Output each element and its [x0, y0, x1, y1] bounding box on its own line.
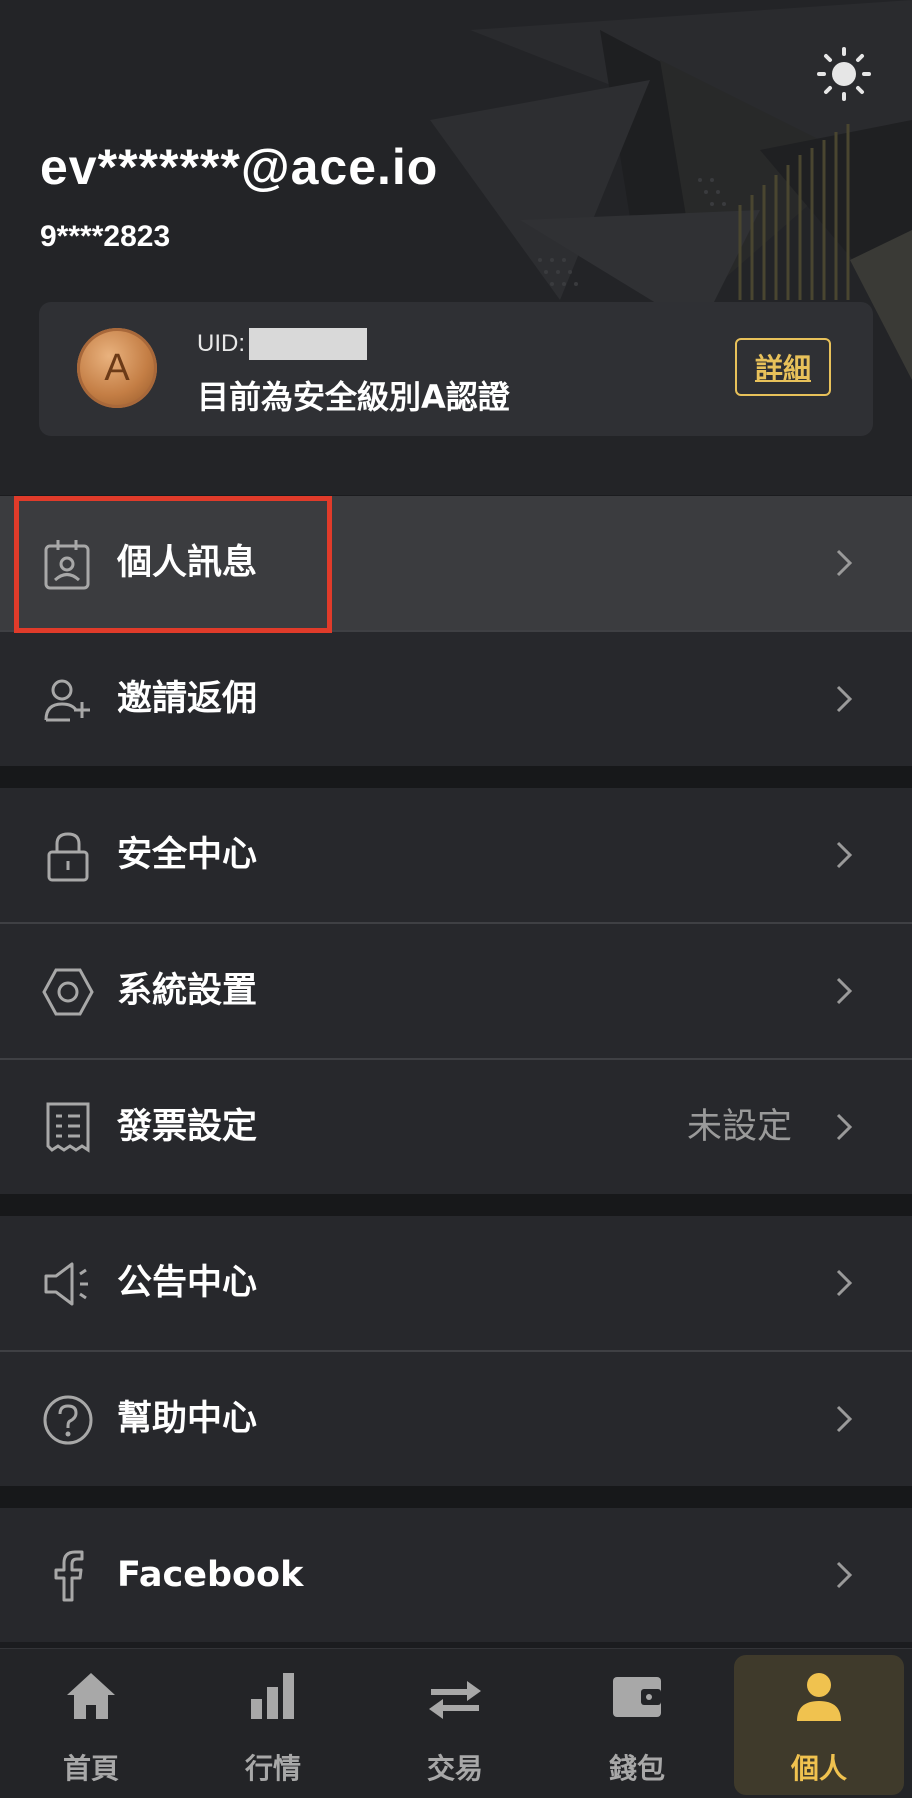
menu-item-label: 發票設定 — [117, 1107, 258, 1147]
menu-item-system-settings[interactable]: 系統設置 — [0, 924, 912, 1058]
user-phone: 9****2823 — [40, 220, 171, 253]
profile-header: ev*******@ace.io 9****2823 A UID: 目前為安全級… — [0, 0, 912, 495]
facebook-icon — [54, 1550, 84, 1602]
tab-label: 首頁 — [62, 1752, 119, 1785]
menu-item-help-center[interactable]: 幫助中心 — [0, 1352, 912, 1486]
section-gap — [0, 1194, 912, 1216]
uid-label: UID: — [197, 330, 245, 357]
person-icon — [797, 1673, 841, 1721]
chevron-right-icon — [836, 1113, 853, 1141]
tab-trade[interactable]: 交易 — [364, 1649, 546, 1798]
lock-icon — [47, 832, 89, 882]
menu-item-announcements[interactable]: 公告中心 — [0, 1216, 912, 1350]
home-icon — [67, 1673, 115, 1719]
invoice-status-value: 未設定 — [686, 1107, 792, 1147]
menu-item-label: 幫助中心 — [117, 1399, 258, 1439]
user-email: ev*******@ace.io — [40, 139, 439, 195]
question-circle-icon — [43, 1395, 93, 1445]
menu-item-label: Facebook — [117, 1555, 304, 1595]
bar-chart-icon — [251, 1673, 294, 1719]
menu-item-facebook[interactable]: Facebook — [0, 1508, 912, 1642]
menu-item-label: 邀請返佣 — [117, 679, 258, 719]
chevron-right-icon — [836, 977, 853, 1005]
chevron-right-icon — [836, 1405, 853, 1433]
tab-market[interactable]: 行情 — [182, 1649, 364, 1798]
menu-item-personal-info[interactable]: 個人訊息 — [0, 496, 912, 630]
menu-item-label: 系統設置 — [117, 971, 258, 1011]
tab-home[interactable]: 首頁 — [0, 1649, 182, 1798]
megaphone-icon — [44, 1262, 88, 1306]
hexagon-gear-icon — [42, 968, 94, 1016]
badge-letter: A — [104, 346, 130, 389]
receipt-icon — [46, 1102, 90, 1153]
tab-label: 錢包 — [608, 1752, 665, 1785]
menu-item-security-center[interactable]: 安全中心 — [0, 788, 912, 922]
chevron-right-icon — [836, 1269, 853, 1297]
menu-item-invoice-settings[interactable]: 發票設定 未設定 — [0, 1060, 912, 1194]
tab-profile[interactable]: 個人 — [728, 1649, 910, 1798]
tab-label: 交易 — [426, 1752, 483, 1785]
menu-item-label: 公告中心 — [117, 1263, 258, 1303]
wallet-icon — [613, 1677, 661, 1717]
chevron-right-icon — [836, 549, 853, 577]
chevron-right-icon — [836, 1561, 853, 1589]
section-gap — [0, 1486, 912, 1508]
theme-toggle-button[interactable] — [815, 45, 873, 103]
bottom-tab-bar: 首頁 行情 交易 錢包 個人 — [0, 1648, 912, 1798]
security-level-text: 目前為安全級別A認證 — [197, 378, 510, 416]
uid-row: UID: — [197, 328, 367, 360]
menu-item-invite-rebate[interactable]: 邀請返佣 — [0, 632, 912, 766]
tab-wallet[interactable]: 錢包 — [546, 1649, 728, 1798]
uid-redacted-value — [249, 328, 367, 360]
id-badge-icon — [44, 540, 90, 590]
security-level-badge: A — [77, 328, 157, 408]
swap-arrows-icon — [429, 1681, 481, 1719]
sun-icon — [817, 47, 871, 101]
menu-item-label: 安全中心 — [117, 835, 258, 875]
chevron-right-icon — [836, 685, 853, 713]
chevron-right-icon — [836, 841, 853, 869]
menu-item-label: 個人訊息 — [117, 543, 258, 583]
account-security-card: A UID: 目前為安全級別A認證 詳細 — [39, 302, 873, 436]
user-plus-icon — [44, 679, 90, 722]
tab-label: 行情 — [244, 1752, 301, 1785]
section-gap — [0, 766, 912, 788]
details-button[interactable]: 詳細 — [735, 338, 831, 396]
tab-label: 個人 — [790, 1752, 847, 1785]
